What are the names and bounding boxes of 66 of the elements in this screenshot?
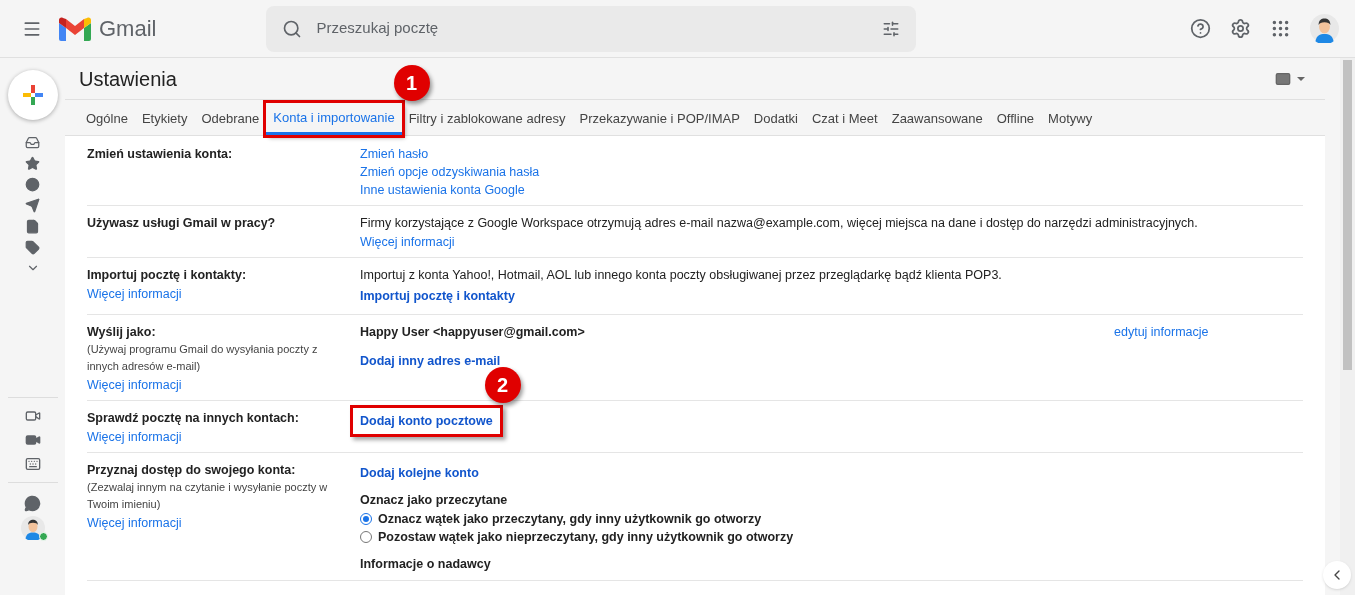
settings-tab[interactable]: Konta i importowanie (266, 103, 402, 135)
settings-tab[interactable]: Przekazywanie i POP/IMAP (572, 103, 747, 135)
setting-label: Importuj pocztę i kontakty: (87, 267, 248, 284)
video-camera-icon[interactable] (24, 408, 41, 424)
plus-icon (20, 83, 45, 107)
inbox-icon[interactable] (25, 135, 40, 150)
settings-tab[interactable]: Ogólne (79, 103, 135, 135)
sender-address: Happy User <happyuser@gmail.com> (360, 324, 586, 341)
keyboard-icon[interactable] (24, 456, 41, 472)
settings-tab[interactable]: Dodatki (746, 103, 805, 135)
edit-link[interactable]: edytuj informacje (1114, 323, 1209, 342)
setting-note: (Używaj programu Gmail do wysyłania poczty z innych adresów e-mail) (87, 342, 319, 374)
settings-tab[interactable]: Czat i Meet (804, 103, 885, 135)
video-camera-icon[interactable] (24, 432, 41, 448)
tag-icon[interactable] (25, 240, 40, 255)
send-icon[interactable] (25, 198, 40, 213)
file-icon[interactable] (25, 219, 40, 234)
search-icon (282, 18, 303, 39)
setting-label: Sprawdź pocztę na innych kontach: (87, 410, 300, 427)
link[interactable]: Zmień opcje odzyskiwania hasła (360, 163, 540, 181)
envelope-logo-icon[interactable] (59, 16, 91, 41)
contact-avatar[interactable] (20, 516, 45, 540)
learn-more-link[interactable]: Więcej informacji (87, 514, 182, 532)
link[interactable]: Zmień hasło (360, 145, 429, 163)
filter-sliders-icon (882, 19, 901, 38)
app-name: Gmail (99, 15, 157, 43)
link[interactable]: Inne ustawienia konta Google (360, 181, 525, 199)
settings-tab[interactable]: Zaawansowane (884, 103, 990, 135)
action-link[interactable]: Dodaj kolejne konto (360, 464, 479, 482)
action-link[interactable]: Importuj pocztę i kontakty (360, 287, 515, 305)
settings-title: Ustawienia (79, 66, 177, 92)
option-heading: Informacje o nadawcy (360, 556, 492, 573)
description-text: Firmy korzystające z Google Workspace otrzymują adres e-mail nazwa@example.com, więcej miejsca na dane i dostęp do narzędzi administracyjnych. (360, 215, 1199, 232)
settings-tab[interactable]: Filtry i zablokowane adresy (401, 103, 573, 135)
learn-more-link[interactable]: Więcej informacji (87, 285, 182, 303)
callout-badge: 2 (484, 367, 521, 403)
setting-label: Przyznaj dostęp do swojego konta: (87, 462, 297, 479)
action-link[interactable]: Dodaj inny adres e-mail (360, 351, 501, 370)
help-icon[interactable] (1190, 18, 1211, 39)
learn-more-link[interactable]: Więcej informacji (87, 376, 182, 394)
search-bar[interactable]: Przeszukaj pocztę (266, 5, 917, 52)
settings-tab[interactable]: Odebrane (194, 103, 267, 135)
apps-grid-icon[interactable] (1270, 18, 1291, 39)
settings-tab[interactable]: Offline (989, 103, 1042, 135)
setting-label: Wyślij jako: (87, 324, 157, 341)
settings-tab[interactable]: Etykiety (134, 103, 195, 135)
link[interactable]: Więcej informacji (360, 233, 455, 251)
action-link[interactable]: Dodaj konto pocztowe (350, 405, 503, 437)
compose-button[interactable] (7, 70, 58, 120)
scrollbar-thumb[interactable] (1343, 60, 1352, 370)
input-tools-button[interactable] (1275, 70, 1305, 87)
learn-more-link[interactable]: Więcej informacji (87, 428, 182, 446)
description-text: Importuj z konta Yahoo!, Hotmail, AOL lub innego konta poczty obsługiwanej przez przeglądarkę bądź klienta POP3. (360, 267, 1003, 284)
search-field[interactable]: Przeszukaj pocztę (316, 17, 869, 40)
callout-badge: 1 (393, 65, 430, 101)
setting-label: Zmień ustawienia konta: (87, 146, 234, 163)
setting-note: (Zezwalaj innym na czytanie i wysyłanie poczty w Twoim imieniu) (87, 480, 329, 512)
account-avatar[interactable] (1310, 14, 1339, 43)
star-icon[interactable] (25, 156, 40, 171)
option-heading: Oznacz jako przeczytane (360, 492, 509, 509)
radio-label: Oznacz wątek jako przeczytany, gdy inny użytkownik go otworzy (378, 511, 762, 528)
settings-tab[interactable]: Motywy (1041, 103, 1100, 135)
radio-label: Pozostaw wątek jako nieprzeczytany, gdy inny użytkownik go otworzy (378, 529, 794, 546)
chat-bubble-icon[interactable] (24, 495, 41, 512)
setting-label: Używasz usługi Gmail w pracy? (87, 215, 277, 232)
settings-icon[interactable] (1230, 18, 1251, 39)
